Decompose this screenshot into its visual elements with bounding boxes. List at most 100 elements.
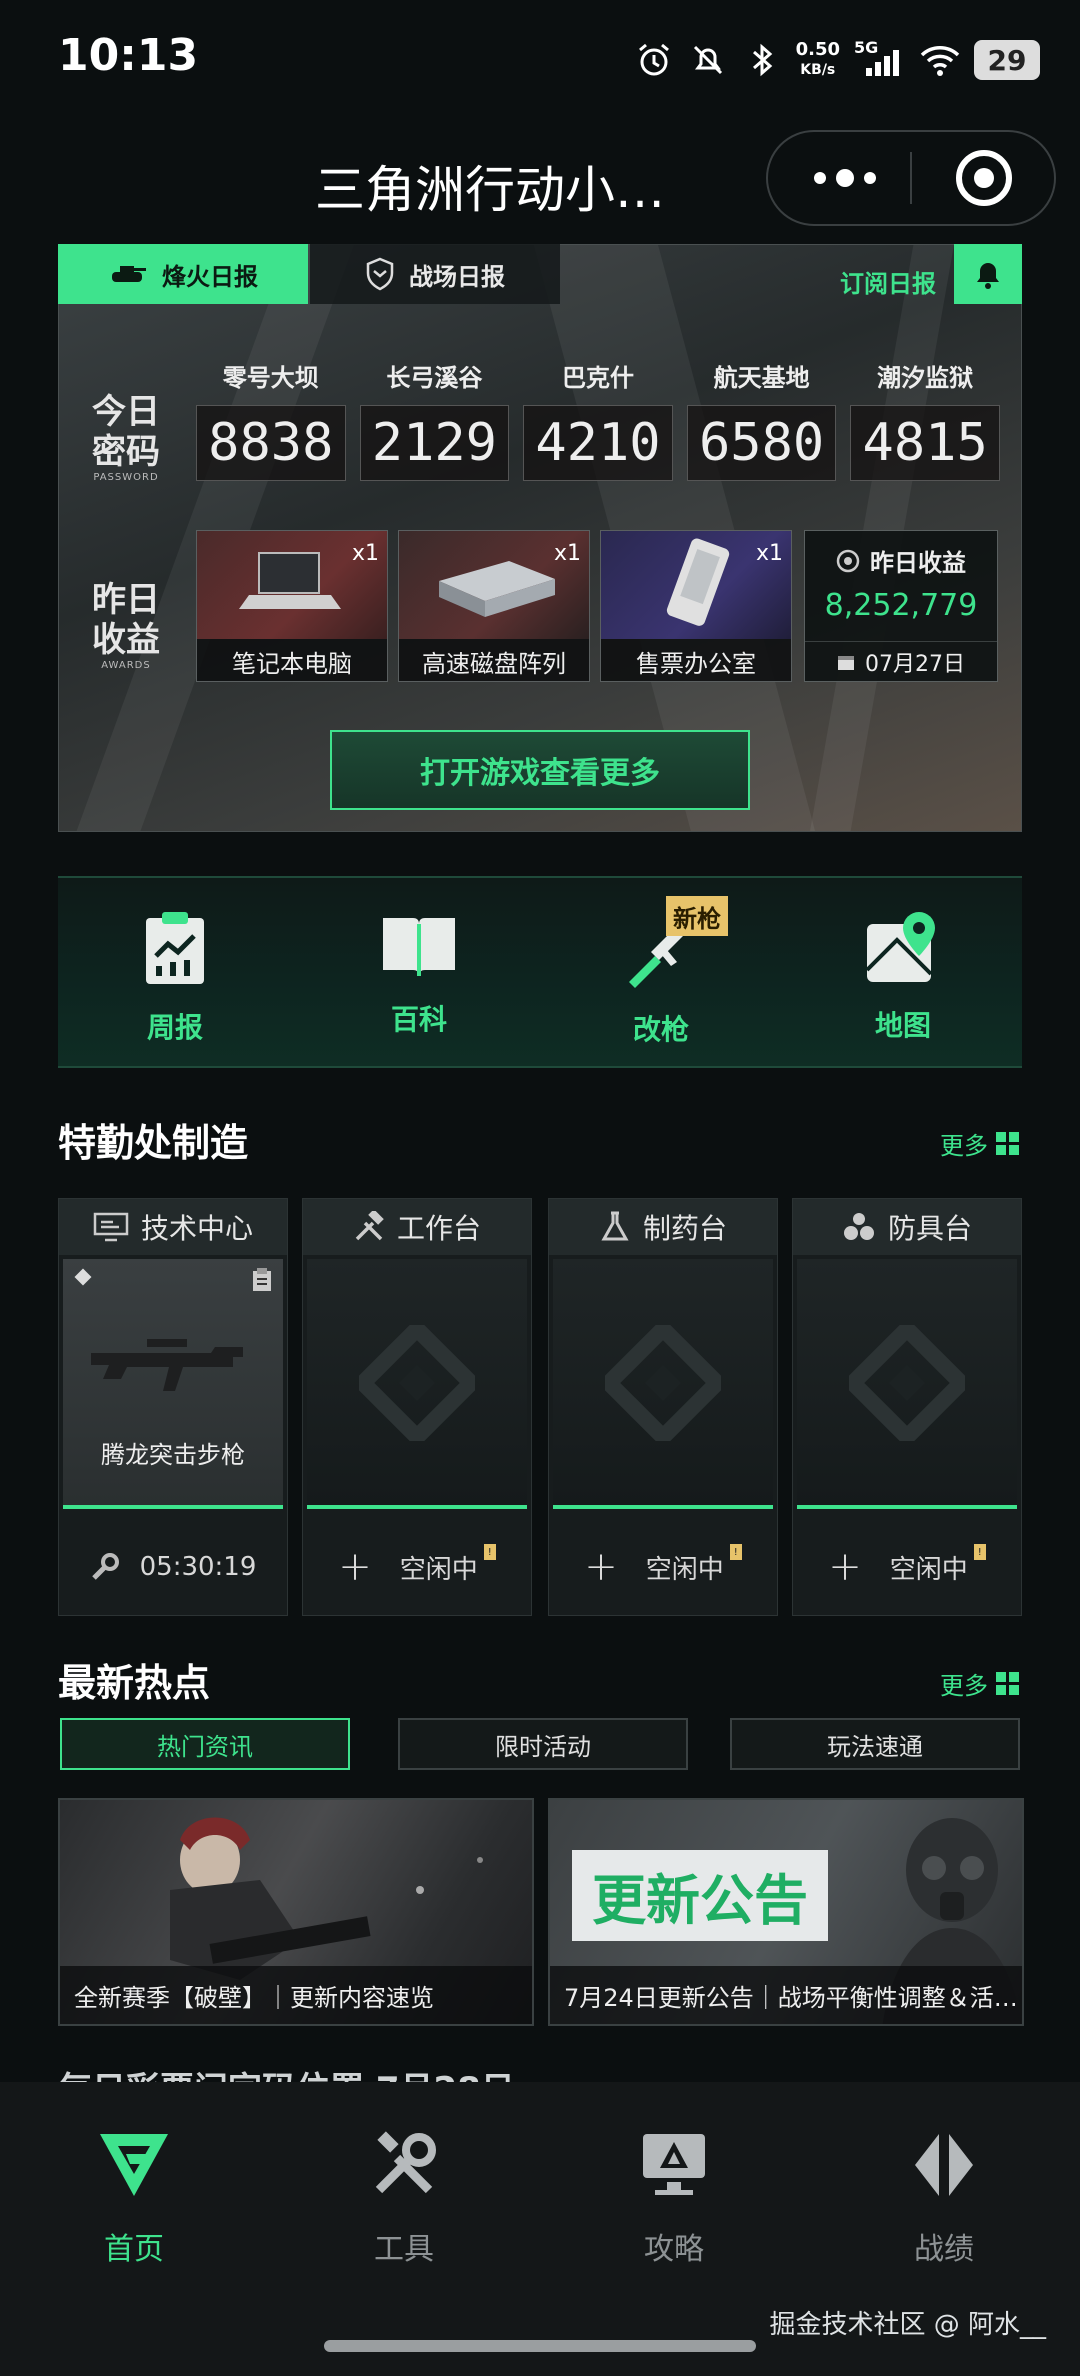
alert-icon: ! bbox=[729, 1544, 742, 1560]
yesterday-yield: 昨日收益 8,252,779 07月27日 bbox=[804, 530, 998, 682]
item-qty: x1 bbox=[755, 541, 783, 566]
wifi-icon bbox=[920, 40, 960, 80]
calendar-icon bbox=[838, 655, 854, 670]
tank-icon bbox=[112, 266, 146, 282]
station-footer: + 空闲中 ! bbox=[303, 1519, 531, 1615]
monitor-guide-icon bbox=[643, 2134, 705, 2195]
subscribe-report-link[interactable]: 订阅日报 bbox=[840, 264, 936, 299]
peek-text: 每日彩票问字码位置 7月28日 bbox=[58, 2062, 1022, 2082]
station-status: 空闲中 bbox=[399, 1554, 478, 1585]
craft-timer: 05:30:19 bbox=[139, 1552, 257, 1582]
tab-battlefield-report[interactable]: 战场日报 bbox=[310, 244, 560, 304]
nav-label: 地图 bbox=[874, 1009, 931, 1042]
item-name: 笔记本电脑 bbox=[197, 639, 387, 681]
wrench-small-icon bbox=[91, 1553, 119, 1580]
net-speed: 0.50 KB/s bbox=[795, 39, 840, 79]
password-code: 2129 bbox=[359, 405, 510, 481]
map-name: 巴克什 bbox=[561, 364, 634, 392]
open-game-button[interactable]: 打开游戏查看更多 bbox=[330, 730, 750, 810]
plus-icon: + bbox=[828, 1544, 862, 1590]
tab-guides[interactable]: 攻略 bbox=[604, 2130, 744, 2268]
password-item: 航天基地 6580 bbox=[686, 358, 837, 481]
item-qty: x1 bbox=[553, 541, 581, 566]
item-qty: x1 bbox=[351, 541, 379, 566]
home-g-icon bbox=[100, 2134, 168, 2196]
tools-icon bbox=[355, 1211, 384, 1241]
target-icon[interactable] bbox=[956, 150, 1012, 206]
placeholder-logo-icon bbox=[849, 1325, 965, 1441]
map-name: 航天基地 bbox=[713, 364, 810, 392]
awards-subtitle: AWARDS bbox=[101, 660, 151, 671]
crafting-item-name: 腾龙突击步枪 bbox=[101, 1441, 245, 1469]
nav-map[interactable]: 地图 bbox=[828, 910, 978, 1060]
station-footer: + 空闲中 ! bbox=[793, 1519, 1021, 1615]
item-name: 高速磁盘阵列 bbox=[399, 639, 589, 681]
grid-icon bbox=[996, 1132, 1019, 1155]
map-name: 零号大坝 bbox=[222, 364, 319, 392]
alarm-icon bbox=[634, 40, 674, 80]
nav-encyclopedia[interactable]: 百科 bbox=[344, 910, 494, 1060]
station-card[interactable]: 防具台 + 空闲中 ! bbox=[792, 1198, 1022, 1616]
bell-icon[interactable] bbox=[954, 244, 1022, 304]
password-code: 4815 bbox=[850, 405, 1000, 481]
hot-title: 最新热点 bbox=[58, 1661, 211, 1705]
tab-hot-news[interactable]: 热门资讯 bbox=[60, 1718, 350, 1770]
tab-fire-report[interactable]: 烽火日报 bbox=[58, 244, 308, 304]
tab-home[interactable]: 首页 bbox=[64, 2130, 204, 2268]
item-card[interactable]: x1 售票办公室 bbox=[600, 530, 792, 682]
status-time: 10:13 bbox=[58, 30, 199, 81]
station-header: 制药台 bbox=[549, 1199, 777, 1255]
station-footer: + 空闲中 ! bbox=[549, 1519, 777, 1615]
station-card[interactable]: 技术中心 腾龙突击步枪 05:30:19 bbox=[58, 1198, 288, 1616]
news-card[interactable]: 更新公告 7月24日更新公告｜战场平衡性调整＆活… bbox=[548, 1798, 1024, 2026]
alert-icon: ! bbox=[483, 1544, 496, 1560]
news-banner: 更新公告 bbox=[572, 1850, 828, 1941]
home-indicator[interactable] bbox=[324, 2340, 756, 2352]
password-code: 8838 bbox=[196, 405, 346, 481]
assault-rifle-icon bbox=[91, 1339, 243, 1391]
tab-records[interactable]: 战绩 bbox=[874, 2130, 1014, 2268]
tab-tools[interactable]: 工具 bbox=[334, 2130, 474, 2268]
tab-limited-events[interactable]: 限时活动 bbox=[398, 1718, 688, 1770]
password-item: 巴克什 4210 bbox=[523, 358, 673, 481]
station-item-slot: 腾龙突击步枪 bbox=[63, 1259, 283, 1509]
nav-weekly-report[interactable]: 周报 bbox=[100, 910, 250, 1060]
signal-icon: 5G bbox=[854, 38, 906, 80]
yield-value: 8,252,779 bbox=[824, 588, 978, 623]
watermark-text: 掘金技术社区 @ 阿水__ bbox=[769, 2310, 1046, 2340]
item-name: 售票办公室 bbox=[601, 639, 791, 681]
station-name: 工作台 bbox=[396, 1212, 481, 1245]
password-item: 潮汐监狱 4815 bbox=[850, 358, 1000, 481]
item-card[interactable]: x1 高速磁盘阵列 bbox=[398, 530, 590, 682]
alert-icon: ! bbox=[973, 1544, 986, 1560]
coin-icon bbox=[836, 549, 860, 572]
news-caption: 全新赛季【破壁】｜更新内容速览 bbox=[60, 1966, 532, 2024]
yield-label: 昨日收益 bbox=[870, 549, 966, 577]
item-card[interactable]: x1 笔记本电脑 bbox=[196, 530, 388, 682]
hot-more-link[interactable]: 更多 bbox=[940, 1666, 1019, 1701]
battery-indicator: 29 bbox=[974, 40, 1040, 80]
password-block: 今日 密码 PASSWORD bbox=[80, 392, 172, 483]
news-caption: 7月24日更新公告｜战场平衡性调整＆活… bbox=[550, 1966, 1022, 2024]
shield-icon bbox=[366, 257, 394, 291]
station-card[interactable]: 工作台 + 空闲中 ! bbox=[302, 1198, 532, 1616]
station-empty-slot bbox=[553, 1259, 773, 1509]
station-card[interactable]: 制药台 + 空闲中 ! bbox=[548, 1198, 778, 1616]
password-subtitle: PASSWORD bbox=[93, 472, 159, 483]
news-card[interactable]: 全新赛季【破壁】｜更新内容速览 bbox=[58, 1798, 534, 2026]
placeholder-logo-icon bbox=[359, 1325, 475, 1441]
tab-gameplay-guides[interactable]: 玩法速通 bbox=[730, 1718, 1020, 1770]
station-footer: 05:30:19 bbox=[59, 1519, 287, 1615]
new-gun-badge: 新枪 bbox=[666, 896, 728, 936]
station-name: 防具台 bbox=[887, 1212, 972, 1245]
crafting-title: 特勤处制造 bbox=[58, 1121, 249, 1165]
crafting-more-link[interactable]: 更多 bbox=[940, 1126, 1019, 1161]
nav-label: 改枪 bbox=[632, 1013, 689, 1046]
station-name: 技术中心 bbox=[140, 1212, 253, 1245]
wrench-icon bbox=[375, 2131, 436, 2194]
more-icon[interactable] bbox=[780, 140, 910, 216]
awards-block: 昨日 收益 AWARDS bbox=[80, 580, 172, 671]
map-name: 潮汐监狱 bbox=[877, 364, 974, 392]
password-code: 6580 bbox=[686, 405, 837, 481]
map-name: 长弓溪谷 bbox=[386, 364, 483, 392]
